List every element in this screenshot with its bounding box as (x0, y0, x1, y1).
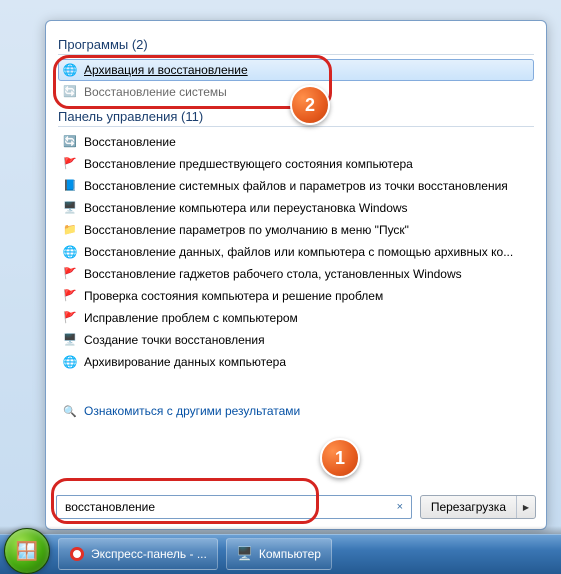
result-item-label: Восстановление гаджетов рабочего стола, … (84, 266, 462, 282)
control-panel-item[interactable]: Создание точки восстановления (58, 329, 534, 351)
taskbar-shadow (0, 526, 561, 534)
search-row: × Перезагрузка ▶ (46, 487, 546, 529)
result-item-label: Исправление проблем с компьютером (84, 310, 298, 326)
taskbar-item-computer[interactable]: Компьютер (226, 538, 332, 570)
taskbar-item-label: Экспресс-панель - ... (91, 547, 207, 561)
opera-icon (69, 546, 85, 562)
windows-logo-icon: 🪟 (16, 541, 38, 562)
control-panel-item[interactable]: Восстановление параметров по умолчанию в… (58, 219, 534, 241)
restore-icon (62, 134, 78, 150)
flag-icon (62, 310, 78, 326)
result-item-label: Восстановление предшествующего состояния… (84, 156, 413, 172)
control-panel-section-header: Панель управления (11) (58, 109, 534, 124)
result-item-label: Восстановление параметров по умолчанию в… (84, 222, 409, 238)
divider (58, 54, 534, 55)
shutdown-split-button[interactable]: Перезагрузка ▶ (420, 495, 536, 519)
shutdown-label[interactable]: Перезагрузка (421, 496, 517, 518)
result-item-label: Восстановление данных, файлов или компью… (84, 244, 513, 260)
book-icon (62, 178, 78, 194)
more-results-label: Ознакомиться с другими результатами (84, 404, 300, 418)
result-item-label: Проверка состояния компьютера и решение … (84, 288, 383, 304)
flag-icon (62, 266, 78, 282)
control-panel-item[interactable]: Архивирование данных компьютера (58, 351, 534, 373)
programs-item[interactable]: Восстановление системы (58, 81, 534, 103)
search-input-wrap[interactable]: × (56, 495, 412, 519)
result-item-label: Восстановление (84, 134, 176, 150)
control-panel-item[interactable]: Восстановление системных файлов и параме… (58, 175, 534, 197)
divider (58, 126, 534, 127)
restore-icon (62, 84, 78, 100)
computer-icon (237, 546, 253, 562)
result-item-label: Восстановление компьютера или переустано… (84, 200, 408, 216)
folder-icon (62, 222, 78, 238)
control-panel-item[interactable]: Восстановление компьютера или переустано… (58, 197, 534, 219)
control-panel-item[interactable]: Восстановление данных, файлов или компью… (58, 241, 534, 263)
result-item-label: Восстановление системы (84, 84, 227, 100)
control-panel-item[interactable]: Восстановление гаджетов рабочего стола, … (58, 263, 534, 285)
result-item-label: Создание точки восстановления (84, 332, 265, 348)
globe-icon (62, 62, 78, 78)
monitor-icon (62, 332, 78, 348)
flag-icon (62, 156, 78, 172)
result-item-label: Восстановление системных файлов и параме… (84, 178, 508, 194)
taskbar-item-label: Компьютер (259, 547, 321, 561)
start-menu-panel: Программы (2) Архивация и восстановление… (45, 20, 547, 530)
flag-icon (62, 288, 78, 304)
search-icon (62, 403, 78, 419)
control-panel-item[interactable]: Проверка состояния компьютера и решение … (58, 285, 534, 307)
shutdown-arrow-icon[interactable]: ▶ (517, 503, 535, 512)
control-panel-item[interactable]: Исправление проблем с компьютером (58, 307, 534, 329)
search-input[interactable] (61, 500, 393, 514)
taskbar: 🪟 Экспресс-панель - ... Компьютер (0, 534, 561, 574)
control-panel-item[interactable]: Восстановление (58, 131, 534, 153)
programs-list: Архивация и восстановление Восстановление… (58, 59, 534, 103)
globe-icon (62, 354, 78, 370)
taskbar-item-opera[interactable]: Экспресс-панель - ... (58, 538, 218, 570)
control-panel-list: Восстановление Восстановление предшествую… (58, 131, 534, 373)
programs-section-header: Программы (2) (58, 37, 534, 52)
result-item-label: Архивация и восстановление (84, 62, 248, 78)
monitor-icon (62, 200, 78, 216)
search-results-area: Программы (2) Архивация и восстановление… (46, 21, 546, 487)
start-button[interactable]: 🪟 (4, 528, 50, 574)
programs-item[interactable]: Архивация и восстановление (58, 59, 534, 81)
more-results-link[interactable]: Ознакомиться с другими результатами (58, 403, 534, 419)
globe-icon (62, 244, 78, 260)
result-item-label: Архивирование данных компьютера (84, 354, 286, 370)
clear-search-button[interactable]: × (393, 500, 407, 514)
control-panel-item[interactable]: Восстановление предшествующего состояния… (58, 153, 534, 175)
